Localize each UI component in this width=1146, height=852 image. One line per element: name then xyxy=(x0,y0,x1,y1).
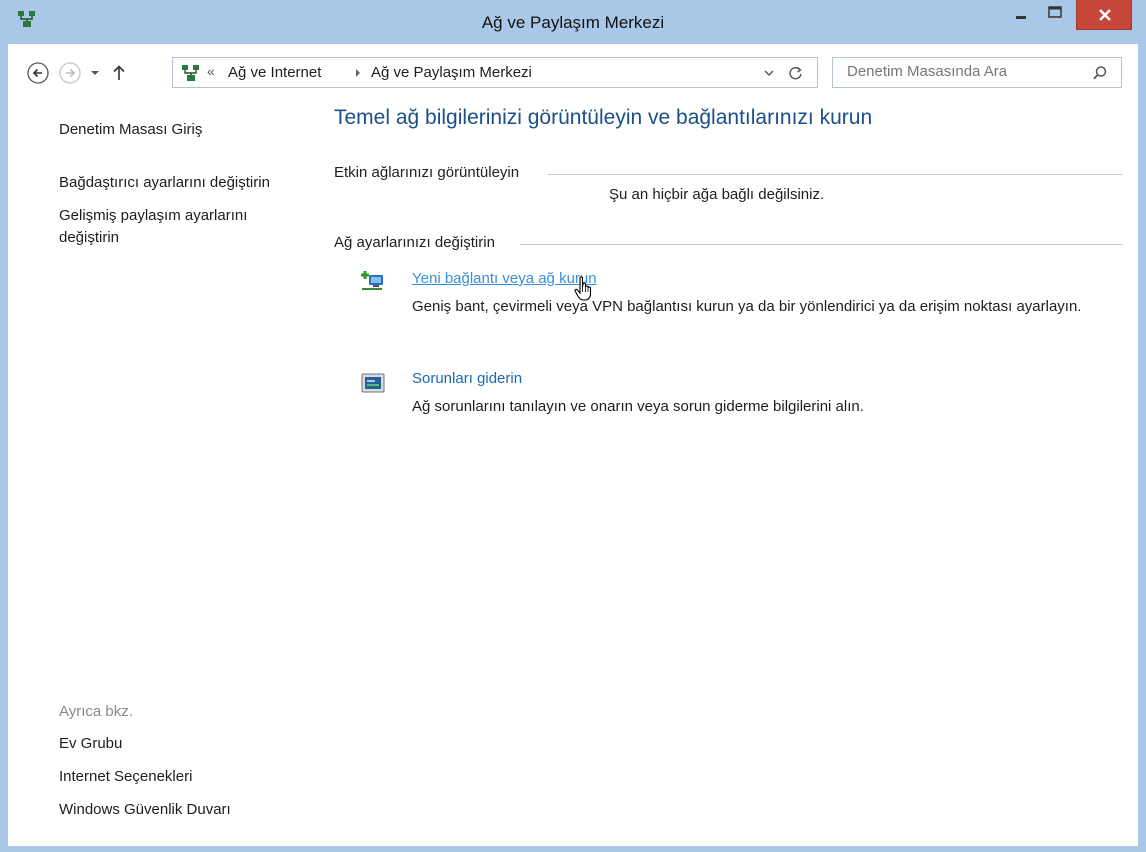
page-title: Temel ağ bilgilerinizi görüntüleyin ve b… xyxy=(334,106,873,129)
window-frame-bottom xyxy=(0,846,1146,852)
back-button[interactable] xyxy=(26,61,50,85)
maximize-button[interactable] xyxy=(1038,0,1072,30)
search-input[interactable] xyxy=(847,63,1077,80)
task-link-troubleshoot[interactable]: Sorunları giderin xyxy=(412,370,522,387)
section-divider xyxy=(548,174,1122,175)
content-area: Denetim Masası Giriş Bağdaştırıcı ayarla… xyxy=(8,96,1138,846)
see-also-link-homegroup[interactable]: Ev Grubu xyxy=(59,733,122,755)
change-settings-heading: Ağ ayarlarınızı değiştirin xyxy=(334,234,501,251)
recent-pages-chevron-icon[interactable] xyxy=(88,61,102,85)
search-box[interactable] xyxy=(832,57,1122,88)
breadcrumb-ag-ve-internet[interactable]: Ağ ve Internet xyxy=(228,64,321,81)
task-description-troubleshoot: Ağ sorunlarını tanılayın ve onarın veya … xyxy=(412,398,864,415)
see-also-link-windows-firewall[interactable]: Windows Güvenlik Duvarı xyxy=(59,799,231,821)
address-dropdown-chevron-icon[interactable] xyxy=(761,64,777,82)
window: Ağ ve Paylaşım Merkezi « Ağ ve Internet … xyxy=(0,0,1146,852)
refresh-icon[interactable] xyxy=(787,64,805,82)
sidebar-link-advanced-sharing[interactable]: Gelişmiş paylaşım ayarlarını değiştirin xyxy=(59,205,247,249)
forward-button[interactable] xyxy=(58,61,82,85)
address-box[interactable]: « Ağ ve Internet Ağ ve Paylaşım Merkezi xyxy=(172,57,818,88)
title-bar[interactable]: Ağ ve Paylaşım Merkezi xyxy=(0,0,1146,44)
window-frame-right xyxy=(1138,44,1146,852)
window-frame-left xyxy=(0,44,8,852)
minimize-button[interactable] xyxy=(1004,0,1038,30)
see-also-link-internet-options[interactable]: Internet Seçenekleri xyxy=(59,766,192,788)
address-toolbar: « Ağ ve Internet Ağ ve Paylaşım Merkezi xyxy=(8,44,1138,96)
task-link-new-connection[interactable]: Yeni bağlantı veya ağ kurun xyxy=(412,270,597,287)
hand-cursor-icon xyxy=(574,276,596,302)
window-title: Ağ ve Paylaşım Merkezi xyxy=(481,13,665,32)
network-center-icon xyxy=(181,64,201,82)
search-icon[interactable] xyxy=(1091,64,1109,82)
troubleshoot-icon[interactable] xyxy=(360,371,386,397)
network-setup-icon[interactable] xyxy=(360,268,386,294)
see-also-heading: Ayrıca bkz. xyxy=(59,703,133,720)
network-status-text: Şu an hiçbir ağa bağlı değilsiniz. xyxy=(609,186,825,203)
task-description-new-connection: Geniş bant, çevirmeli veya VPN bağlantıs… xyxy=(412,298,1082,315)
breadcrumb-current[interactable]: Ağ ve Paylaşım Merkezi xyxy=(371,64,532,81)
breadcrumb-overflow[interactable]: « xyxy=(207,63,215,79)
breadcrumb-separator-icon[interactable] xyxy=(353,66,363,83)
up-button[interactable] xyxy=(110,61,128,85)
sidebar-link-adapter-settings[interactable]: Bağdaştırıcı ayarlarını değiştirin xyxy=(59,172,270,194)
sidebar-link-control-panel-home[interactable]: Denetim Masası Giriş xyxy=(59,119,202,141)
active-networks-heading: Etkin ağlarınızı görüntüleyin xyxy=(334,164,526,181)
close-button[interactable] xyxy=(1076,0,1132,30)
section-divider xyxy=(520,244,1122,245)
